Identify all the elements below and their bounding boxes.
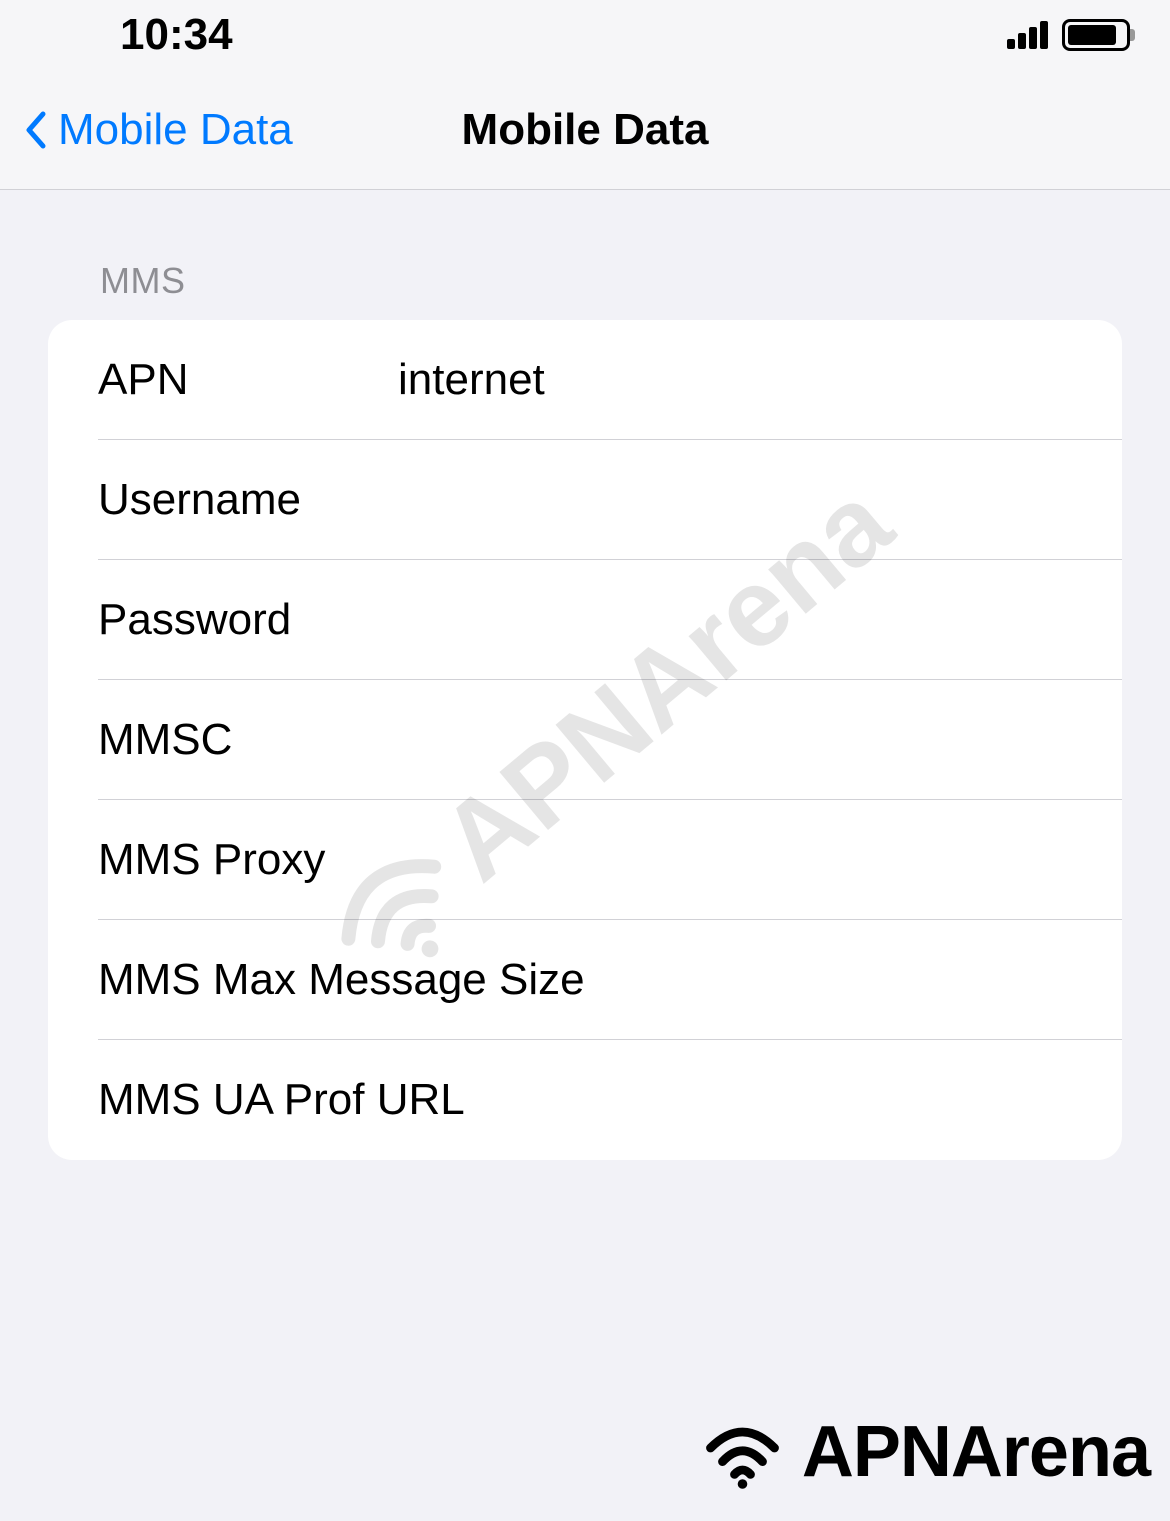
brand-footer: APNArena — [695, 1411, 1150, 1493]
battery-icon — [1062, 19, 1130, 51]
section-header-mms: MMS — [0, 260, 1170, 302]
label-mmsc: MMSC — [98, 715, 398, 765]
label-mms-ua-prof-url: MMS UA Prof URL — [98, 1075, 465, 1125]
label-mms-proxy: MMS Proxy — [98, 835, 398, 885]
row-username[interactable]: Username — [48, 440, 1122, 560]
status-icons — [1007, 19, 1130, 51]
row-apn[interactable]: APN — [48, 320, 1122, 440]
row-password[interactable]: Password — [48, 560, 1122, 680]
label-mms-max-message-size: MMS Max Message Size — [98, 955, 585, 1005]
cellular-signal-icon — [1007, 21, 1048, 49]
content: MMS APN Username Password MMSC MMS Proxy… — [0, 190, 1170, 1160]
brand-text: APNArena — [802, 1411, 1150, 1493]
row-mms-ua-prof-url[interactable]: MMS UA Prof URL — [48, 1040, 1122, 1160]
settings-group-mms: APN Username Password MMSC MMS Proxy MMS… — [48, 320, 1122, 1160]
input-password[interactable] — [398, 595, 1122, 645]
label-username: Username — [98, 475, 398, 525]
input-mms-proxy[interactable] — [398, 835, 1122, 885]
wifi-icon — [695, 1412, 790, 1492]
row-mmsc[interactable]: MMSC — [48, 680, 1122, 800]
input-apn[interactable] — [398, 355, 1122, 405]
chevron-left-icon — [24, 111, 46, 149]
back-label: Mobile Data — [58, 105, 293, 155]
page-title: Mobile Data — [462, 105, 709, 155]
label-password: Password — [98, 595, 398, 645]
input-username[interactable] — [398, 475, 1122, 525]
back-button[interactable]: Mobile Data — [0, 105, 293, 155]
status-bar: 10:34 — [0, 0, 1170, 70]
navigation-bar: Mobile Data Mobile Data — [0, 70, 1170, 190]
row-mms-proxy[interactable]: MMS Proxy — [48, 800, 1122, 920]
status-time: 10:34 — [120, 10, 233, 60]
label-apn: APN — [98, 355, 398, 405]
input-mmsc[interactable] — [398, 715, 1122, 765]
row-mms-max-message-size[interactable]: MMS Max Message Size — [48, 920, 1122, 1040]
